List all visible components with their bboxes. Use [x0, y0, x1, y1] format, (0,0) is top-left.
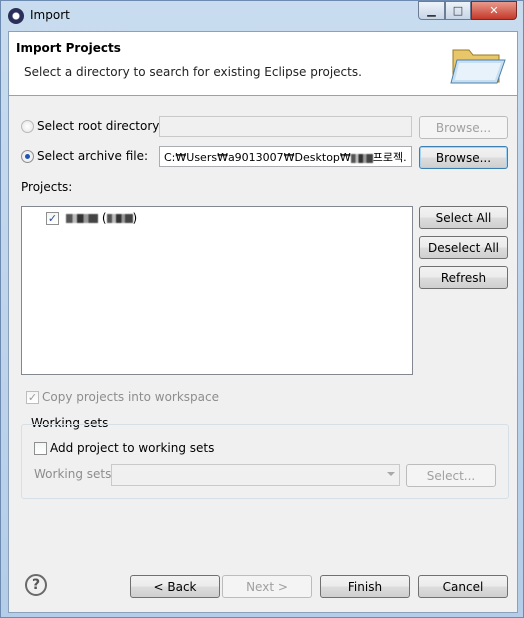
next-button[interactable]: Next > — [222, 575, 312, 598]
archive-file-field[interactable]: C:₩Users₩a9013007₩Desktop₩ 프로젝. — [159, 146, 412, 167]
redacted-text — [106, 214, 133, 223]
working-sets-combo[interactable] — [111, 464, 400, 486]
back-button[interactable]: < Back — [130, 575, 220, 598]
archive-path-suffix: 프로젝. — [372, 151, 407, 164]
select-all-button[interactable]: Select All — [419, 206, 508, 229]
projects-list[interactable]: ✓ () — [21, 206, 413, 375]
import-dialog: Import ▁ □ ✕ Import Projects Select a di… — [0, 0, 524, 618]
close-icon: ✕ — [489, 4, 499, 17]
dialog-body: Import Projects Select a directory to se… — [8, 31, 518, 613]
maximize-icon: □ — [452, 4, 464, 17]
refresh-button[interactable]: Refresh — [419, 266, 508, 289]
finish-button[interactable]: Finish — [320, 575, 410, 598]
window-title: Import — [30, 8, 70, 22]
archive-path-text: C:₩Users₩a9013007₩Desktop₩ — [164, 151, 351, 164]
eclipse-icon — [8, 8, 24, 24]
close-button[interactable]: ✕ — [471, 1, 517, 20]
maximize-button[interactable]: □ — [445, 1, 471, 20]
chevron-down-icon — [387, 472, 395, 476]
redacted-text — [350, 153, 373, 163]
list-item[interactable]: ✓ () — [46, 211, 246, 227]
root-directory-field[interactable] — [159, 116, 412, 137]
add-to-working-sets-label: Add project to working sets — [50, 441, 215, 455]
add-to-working-sets-checkbox[interactable] — [34, 442, 47, 455]
select-working-sets-button[interactable]: Select... — [406, 464, 496, 487]
title-bar[interactable]: Import ▁ □ ✕ — [1, 1, 523, 29]
minimize-icon: ▁ — [427, 4, 436, 17]
project-name: () — [66, 211, 137, 225]
working-sets-field-label: Working sets: — [34, 467, 116, 481]
cancel-button[interactable]: Cancel — [418, 575, 508, 598]
browse-root-button[interactable]: Browse... — [419, 116, 508, 139]
page-title: Import Projects — [16, 41, 121, 55]
browse-archive-button[interactable]: Browse... — [419, 146, 508, 169]
copy-projects-label: Copy projects into workspace — [42, 390, 220, 404]
archive-file-radio[interactable] — [21, 150, 34, 163]
project-name-close: ) — [132, 211, 138, 225]
help-icon[interactable]: ? — [25, 574, 47, 596]
working-sets-group — [21, 424, 509, 499]
page-description: Select a directory to search for existin… — [24, 65, 362, 79]
wizard-banner: Import Projects Select a directory to se… — [9, 32, 517, 96]
copy-projects-checkbox[interactable]: ✓ — [26, 391, 39, 404]
root-directory-label: Select root directory: — [37, 119, 163, 133]
redacted-text — [66, 214, 98, 223]
root-directory-radio[interactable] — [21, 120, 34, 133]
project-checkbox[interactable]: ✓ — [46, 212, 59, 225]
open-folder-icon — [450, 49, 506, 84]
projects-label: Projects: — [21, 180, 73, 194]
minimize-button[interactable]: ▁ — [418, 1, 445, 20]
deselect-all-button[interactable]: Deselect All — [419, 236, 508, 259]
archive-file-label: Select archive file: — [37, 149, 149, 163]
